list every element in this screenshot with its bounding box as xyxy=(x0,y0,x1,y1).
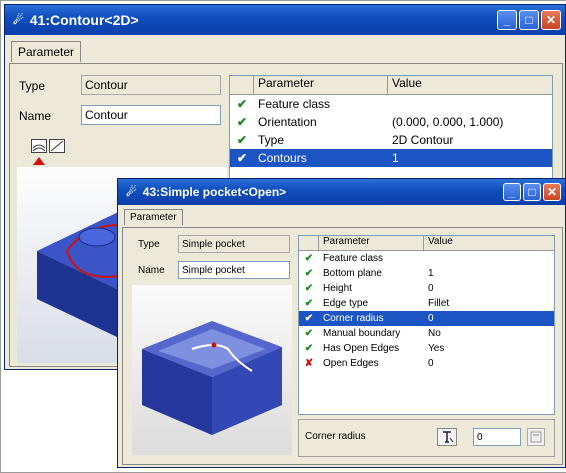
grid-parameter-header[interactable]: Parameter xyxy=(319,236,424,250)
close-button[interactable]: ✕ xyxy=(543,183,561,201)
table-row[interactable]: ✔ Feature class xyxy=(299,251,554,266)
minimize-icon: _ xyxy=(503,13,511,27)
param-name: Edge type xyxy=(323,298,369,309)
name-label: Name xyxy=(138,265,165,276)
marker-arrow-icon xyxy=(33,157,45,165)
check-icon: ✔ xyxy=(304,283,314,294)
param-value: 2D Contour xyxy=(392,133,454,147)
pocket-model-image xyxy=(142,321,282,435)
maximize-icon: □ xyxy=(528,185,536,199)
table-row[interactable]: ✔ Edge type Fillet xyxy=(299,296,554,311)
param-name: Open Edges xyxy=(323,358,379,369)
check-icon: ✔ xyxy=(236,97,248,111)
table-row-selected[interactable]: ✔ Corner radius 0 xyxy=(299,311,554,326)
minimize-button[interactable]: _ xyxy=(497,10,517,30)
type-field: Contour xyxy=(81,75,221,95)
window-icon: ☄ xyxy=(126,185,137,199)
value-editor-panel: Corner radius 0 xyxy=(298,419,555,457)
frame-left xyxy=(0,0,1,473)
param-name: Orientation xyxy=(258,115,317,129)
table-row[interactable]: ✔ Type 2D Contour xyxy=(230,131,552,149)
check-icon: ✔ xyxy=(304,343,314,354)
tab-parameter[interactable]: Parameter xyxy=(11,41,82,62)
param-value: Yes xyxy=(428,343,445,354)
param-name: Manual boundary xyxy=(323,328,401,339)
table-row[interactable]: ✔ Height 0 xyxy=(299,281,554,296)
param-value: 0 xyxy=(428,358,434,369)
table-row[interactable]: ✘ Open Edges 0 xyxy=(299,356,554,371)
grid-mark-header xyxy=(230,76,254,94)
contour-view-icon xyxy=(32,144,46,152)
calculator-icon xyxy=(530,431,542,443)
param-value: 0 xyxy=(428,283,434,294)
pocket-parameter-grid: Parameter Value ✔ Feature class ✔ Bottom… xyxy=(298,235,555,415)
grid-mark-header xyxy=(299,236,319,250)
param-value: (0.000, 0.000, 1.000) xyxy=(392,115,504,129)
maximize-icon: □ xyxy=(525,13,533,27)
pick-button[interactable] xyxy=(437,428,457,446)
simple-pocket-window: ☄ 43:Simple pocket<Open> _ □ ✕ Parameter… xyxy=(117,178,566,468)
check-icon: ✔ xyxy=(236,115,248,129)
maximize-button[interactable]: □ xyxy=(523,183,541,201)
param-value: 1 xyxy=(428,268,434,279)
close-icon: ✕ xyxy=(546,185,558,199)
check-icon: ✔ xyxy=(304,313,314,324)
minimize-icon: _ xyxy=(508,185,516,199)
corner-radius-input[interactable]: 0 xyxy=(473,428,521,446)
contour-title-bar[interactable]: ☄ 41:Contour<2D> _ □ ✕ xyxy=(5,5,565,35)
view-contour-button[interactable] xyxy=(31,139,47,153)
name-label: Name xyxy=(19,109,52,123)
table-row-selected[interactable]: ✔ Contours 1 xyxy=(230,149,552,167)
param-value: Fillet xyxy=(428,298,450,309)
name-field[interactable]: Simple pocket xyxy=(178,261,290,279)
grid-parameter-header[interactable]: Parameter xyxy=(254,76,388,94)
close-button[interactable]: ✕ xyxy=(541,10,561,30)
close-icon: ✕ xyxy=(545,13,557,27)
param-name: Feature class xyxy=(323,253,384,264)
grid-value-header[interactable]: Value xyxy=(424,236,554,250)
pocket-preview xyxy=(132,285,292,455)
maximize-button[interactable]: □ xyxy=(519,10,539,30)
table-row[interactable]: ✔ Manual boundary No xyxy=(299,326,554,341)
param-name: Corner radius xyxy=(323,313,384,324)
table-row[interactable]: ✔ Bottom plane 1 xyxy=(299,266,554,281)
tab-parameter[interactable]: Parameter xyxy=(124,209,183,225)
check-icon: ✔ xyxy=(236,151,248,165)
window-title: 43:Simple pocket<Open> xyxy=(142,185,287,199)
pocket-title-bar[interactable]: ☄ 43:Simple pocket<Open> _ □ ✕ xyxy=(118,179,565,205)
edge-view-icon xyxy=(50,140,64,152)
contour-parameter-grid: Parameter Value ✔ Feature class ✔ Orient… xyxy=(229,75,553,183)
param-value: 1 xyxy=(392,151,399,165)
param-name: Has Open Edges xyxy=(323,343,400,354)
pick-icon xyxy=(443,431,454,443)
window-title: 41:Contour<2D> xyxy=(29,12,139,28)
frame-top xyxy=(0,0,566,1)
table-row[interactable]: ✔ Feature class xyxy=(230,95,552,113)
check-icon: ✔ xyxy=(304,328,314,339)
param-value: 0 xyxy=(428,313,434,324)
param-name: Type xyxy=(258,133,285,147)
param-value: No xyxy=(428,328,441,339)
param-name: Contours xyxy=(258,151,307,165)
type-label: Type xyxy=(19,79,46,93)
table-row[interactable]: ✔ Has Open Edges Yes xyxy=(299,341,554,356)
name-field[interactable]: Contour xyxy=(81,105,221,125)
param-name: Feature class xyxy=(258,97,331,111)
editor-label: Corner radius xyxy=(305,431,366,442)
type-label: Type xyxy=(138,239,160,250)
calculator-button[interactable] xyxy=(527,428,545,446)
check-icon: ✔ xyxy=(236,133,248,147)
view-edge-button[interactable] xyxy=(49,139,65,153)
param-name: Bottom plane xyxy=(323,268,382,279)
table-row[interactable]: ✔ Orientation (0.000, 0.000, 1.000) xyxy=(230,113,552,131)
window-icon: ☄ xyxy=(13,13,24,27)
grid-value-header[interactable]: Value xyxy=(388,76,552,94)
minimize-button[interactable]: _ xyxy=(503,183,521,201)
check-icon: ✔ xyxy=(304,253,314,264)
check-icon: ✔ xyxy=(304,298,314,309)
cross-icon: ✘ xyxy=(304,358,314,369)
check-icon: ✔ xyxy=(304,268,314,279)
param-name: Height xyxy=(323,283,352,294)
type-field: Simple pocket xyxy=(178,235,290,253)
